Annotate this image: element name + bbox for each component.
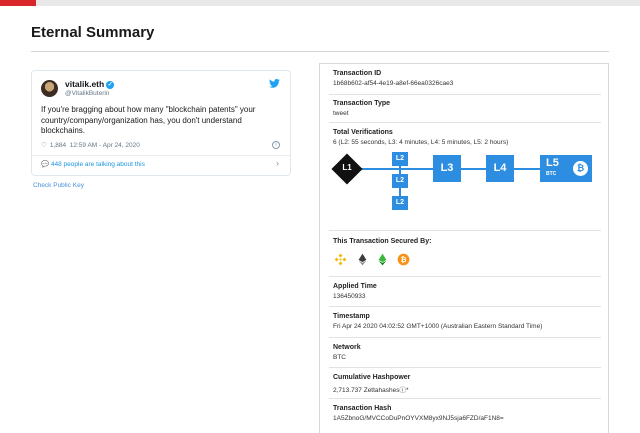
tweet-card[interactable]: vitalik.eth ✓ @VitalikButerin If you're b… — [31, 70, 291, 176]
l5-sublabel: BTC — [546, 171, 557, 177]
tweet-text: If you're bragging about how many "block… — [41, 105, 256, 135]
l4-node[interactable]: L4 — [486, 155, 514, 182]
divider — [329, 276, 601, 277]
l2-node[interactable]: L2 — [392, 174, 408, 188]
brand-tab — [0, 0, 36, 6]
bitcoin-icon: ₿ — [573, 161, 588, 176]
tweet-likes[interactable]: 1,884 — [50, 142, 66, 149]
cumulative-hashpower-field: Cumulative Hashpower 2,713.737 Zettahash… — [333, 374, 411, 394]
l5-label: L5 — [546, 157, 559, 169]
transaction-id-field: Transaction ID 1b68b602-af54-4e19-a8ef-6… — [333, 70, 454, 87]
bitcoin-icon[interactable]: ₿ — [397, 253, 410, 266]
svg-text:₿: ₿ — [401, 255, 407, 264]
divider — [329, 230, 601, 231]
ethereum-icon[interactable] — [356, 253, 369, 266]
timestamp-field: Timestamp Fri Apr 24 2020 04:02:52 GMT+1… — [333, 313, 543, 330]
tweet-meta: ♡ 1,884 12:59 AM - Apr 24, 2020 — [41, 141, 140, 149]
divider — [329, 306, 601, 307]
tweet-author-name[interactable]: vitalik.eth ✓ — [65, 79, 115, 89]
transaction-type-field: Transaction Type tweet — [333, 100, 391, 117]
ethereum-classic-icon[interactable] — [376, 253, 389, 266]
twitter-bird-icon[interactable] — [269, 79, 280, 88]
divider — [329, 337, 601, 338]
tweet-author-handle[interactable]: @VitalikButerin — [65, 90, 109, 97]
page-title: Eternal Summary — [31, 24, 155, 41]
tweet-divider — [32, 155, 290, 156]
l3-node[interactable]: L3 — [433, 155, 461, 182]
top-bar — [0, 0, 640, 6]
heart-icon[interactable]: ♡ — [41, 142, 47, 149]
l2-node[interactable]: L2 — [392, 196, 408, 210]
info-icon[interactable]: i — [272, 141, 280, 149]
divider — [329, 367, 601, 368]
transaction-hash-field: Transaction Hash 1A5ZbnoG/MVCCoDuPnOYVXM… — [333, 405, 504, 422]
comment-icon: 💬 — [41, 161, 50, 168]
check-public-key-link[interactable]: Check Public Key — [33, 182, 84, 189]
tweet-talking-link[interactable]: 💬 448 people are talking about this — [41, 160, 145, 168]
network-field: Network BTC — [333, 344, 361, 361]
l5-node[interactable]: L5 BTC ₿ — [540, 155, 592, 182]
title-divider — [31, 51, 609, 52]
avatar[interactable] — [41, 80, 58, 97]
divider — [329, 122, 601, 123]
total-verifications-field: Total Verifications 6 (L2: 55 seconds, L… — [333, 129, 509, 146]
verification-diagram: L1 L2 L2 L2 L3 L4 L5 BTC ₿ — [331, 150, 598, 212]
summary-panel: Transaction ID 1b68b602-af54-4e19-a8ef-6… — [319, 63, 609, 433]
tweet-timestamp[interactable]: 12:59 AM - Apr 24, 2020 — [70, 142, 140, 149]
divider — [329, 94, 601, 95]
applied-time-field: Applied Time 136450933 — [333, 283, 377, 300]
binance-icon[interactable] — [334, 253, 347, 266]
divider — [329, 398, 601, 399]
verified-icon: ✓ — [106, 80, 115, 89]
secured-by-field: This Transaction Secured By: — [333, 238, 432, 245]
l2-node[interactable]: L2 — [392, 152, 408, 166]
chevron-right-icon[interactable]: › — [276, 158, 279, 168]
